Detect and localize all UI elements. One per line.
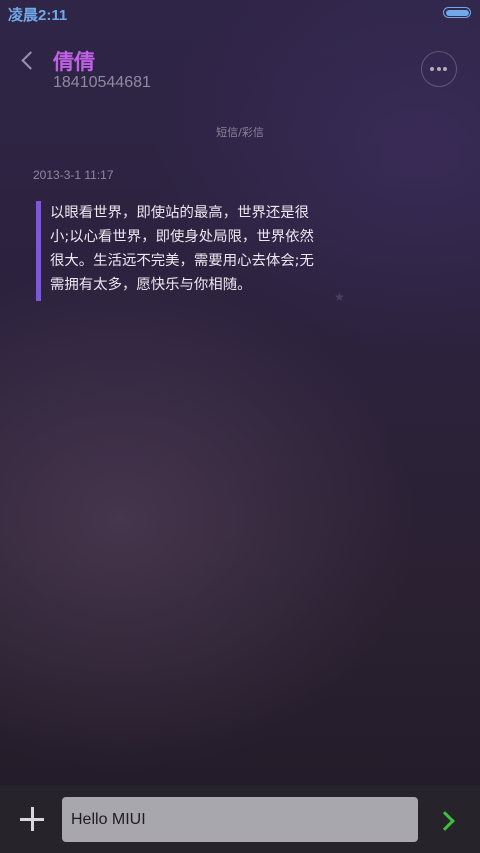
- message-timestamp: 2013-3-1 11:17: [33, 168, 114, 182]
- battery-level: [445, 9, 469, 16]
- message-input[interactable]: [62, 797, 418, 842]
- more-horizontal-icon: [436, 67, 441, 71]
- back-button[interactable]: [14, 46, 44, 76]
- star-icon: ★: [334, 290, 345, 304]
- plus-icon: [30, 807, 34, 831]
- more-horizontal-icon: [430, 67, 434, 71]
- channel-label: 短信/彩信: [216, 126, 264, 139]
- message-bubble[interactable]: 以眼看世界，即使站的最高，世界还是很 小;以心看世界，即使身处局限，世界依然 很…: [36, 201, 366, 301]
- status-bar: 凌晨2:11: [0, 0, 480, 26]
- add-attachment-button[interactable]: [18, 805, 46, 833]
- chevron-right-icon: [435, 811, 455, 831]
- sms-conversation-screen: 凌晨2:11 倩倩 18410544681 短信/彩信 2013-3-1 11:…: [0, 0, 480, 853]
- chevron-left-icon: [21, 51, 40, 70]
- contact-name: 倩倩: [53, 50, 95, 74]
- composer-bar: [0, 785, 480, 853]
- send-button[interactable]: [435, 807, 462, 833]
- battery-icon: [443, 7, 471, 18]
- message-accent-bar: [36, 201, 41, 301]
- more-options-button[interactable]: [421, 51, 457, 87]
- message-text: 以眼看世界，即使站的最高，世界还是很 小;以心看世界，即使身处局限，世界依然 很…: [50, 205, 314, 293]
- status-time: 凌晨2:11: [8, 7, 68, 24]
- contact-number: 18410544681: [53, 74, 151, 91]
- more-horizontal-icon: [443, 67, 447, 71]
